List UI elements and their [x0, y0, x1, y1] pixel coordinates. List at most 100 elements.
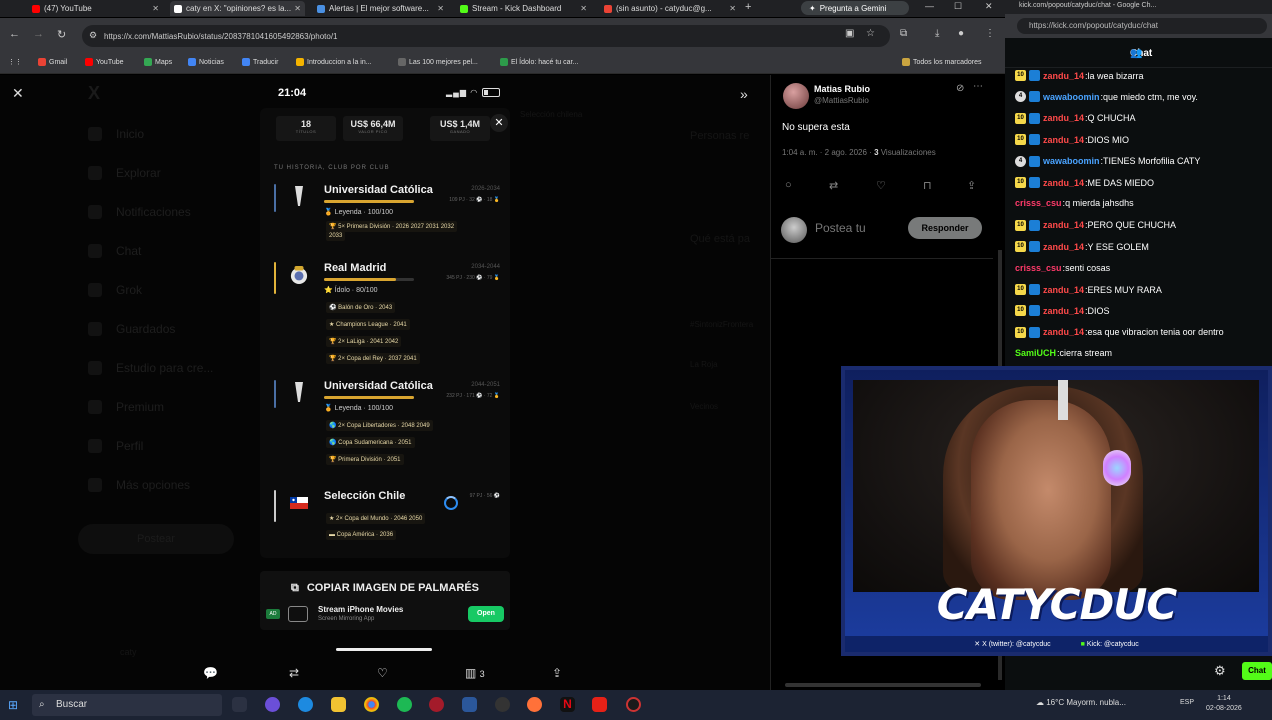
chat-username[interactable]: zandu_14: [1043, 135, 1084, 145]
x-nav-guardados[interactable]: Guardados: [88, 322, 175, 336]
window-close-icon[interactable]: ✕: [985, 1, 993, 12]
new-tab-button[interactable]: +: [745, 1, 751, 13]
x-nav-chat[interactable]: Chat: [88, 244, 141, 258]
download-icon[interactable]: ⤓: [935, 28, 939, 39]
netflix-icon[interactable]: N: [560, 697, 575, 712]
all-bookmarks[interactable]: Todos los marcadores: [902, 58, 981, 66]
url-field[interactable]: ⚙ https://x.com/MattiasRubio/status/20837…: [82, 25, 890, 47]
chat-username[interactable]: zandu_14: [1043, 178, 1084, 188]
tab-youtube[interactable]: (47) YouTube ✕: [28, 1, 163, 16]
chat-username[interactable]: zandu_14: [1043, 285, 1084, 295]
ad-banner[interactable]: AD Stream iPhone Movies Screen Mirroring…: [260, 600, 510, 630]
x-nav-grok[interactable]: Grok: [88, 283, 142, 297]
maximize-icon[interactable]: ☐: [954, 1, 962, 12]
close-icon[interactable]: ✕: [729, 4, 736, 13]
star-icon[interactable]: ☆: [866, 28, 875, 39]
tab-gmail[interactable]: (sin asunto) - catyduc@g... ✕: [600, 1, 740, 16]
url-field[interactable]: https://kick.com/popout/catyduc/chat: [1017, 18, 1267, 34]
back-icon[interactable]: ←: [9, 28, 20, 40]
author-handle[interactable]: @MattiasRubio: [814, 96, 869, 105]
close-icon[interactable]: ✕: [294, 4, 301, 13]
tab-kick-dashboard[interactable]: Stream - Kick Dashboard ✕: [456, 1, 591, 16]
x-nav-perfil[interactable]: Perfil: [88, 439, 143, 453]
x-nav-estudio[interactable]: Estudio para cre...: [88, 361, 213, 375]
opera-icon[interactable]: [429, 697, 444, 712]
chat-username[interactable]: zandu_14: [1043, 113, 1084, 123]
collapse-panel-icon[interactable]: »: [740, 86, 748, 102]
edge-icon[interactable]: [298, 697, 313, 712]
reply-input[interactable]: Postea tu: [815, 221, 866, 235]
grok-icon[interactable]: ⊘: [956, 83, 964, 94]
author-name[interactable]: Matias Rubio: [814, 84, 870, 94]
close-icon[interactable]: ✕: [580, 4, 587, 13]
windows-start-icon[interactable]: ⊞: [8, 698, 18, 712]
post-button[interactable]: Postear: [78, 524, 234, 554]
chat-username[interactable]: zandu_14: [1043, 71, 1084, 81]
gear-icon[interactable]: ⚙: [1214, 663, 1226, 679]
spotify-icon[interactable]: [397, 697, 412, 712]
more-icon[interactable]: ⋯: [973, 81, 983, 92]
bookmark-maps[interactable]: Maps: [144, 58, 172, 66]
tab-x-post[interactable]: caty en X: "opiniones? es la... ✕: [170, 1, 305, 16]
taskbar-search[interactable]: ⌕ Buscar: [32, 694, 222, 716]
tab-alertas[interactable]: Alertas | El mejor software... ✕: [313, 1, 448, 16]
scrollbar[interactable]: [785, 683, 981, 687]
bookmark-icon[interactable]: ⊓: [923, 179, 932, 192]
like-icon[interactable]: ♡: [876, 179, 886, 192]
like-icon[interactable]: ♡: [377, 666, 388, 680]
users-icon[interactable]: 👥: [1130, 48, 1142, 59]
views-button[interactable]: ▥ 3: [465, 666, 485, 680]
extensions-icon[interactable]: ⧉: [900, 28, 907, 39]
repost-icon[interactable]: ⇄: [289, 666, 299, 680]
chat-username[interactable]: zandu_14: [1043, 327, 1084, 337]
bookmark-noticias[interactable]: Noticias: [188, 58, 224, 66]
close-icon[interactable]: ✕: [12, 85, 24, 102]
x-nav-explorar[interactable]: Explorar: [88, 166, 161, 180]
obs-icon[interactable]: [495, 697, 510, 712]
bookmark-gmail[interactable]: Gmail: [38, 58, 67, 66]
weather-widget[interactable]: ☁ 16°C Mayorm. nubla...: [1036, 698, 1126, 707]
x-nav-notificaciones[interactable]: Notificaciones: [88, 205, 191, 219]
ad-open-button[interactable]: Open: [468, 606, 504, 622]
x-nav-inicio[interactable]: Inicio: [88, 127, 144, 141]
x-nav-premium[interactable]: Premium: [88, 400, 164, 414]
clock[interactable]: 1:14 02-08-2026: [1206, 694, 1242, 714]
reply-icon[interactable]: 💬: [203, 666, 218, 680]
word-icon[interactable]: [462, 697, 477, 712]
close-icon[interactable]: ✕: [152, 4, 159, 13]
chrome-icon[interactable]: [364, 697, 379, 712]
apps-icon[interactable]: ⋮⋮: [8, 58, 22, 66]
bookmark-100-mejores[interactable]: Las 100 mejores pel...: [398, 58, 478, 66]
firefox-icon[interactable]: [527, 697, 542, 712]
chat-username[interactable]: SamiUCH: [1015, 348, 1056, 358]
chat-username[interactable]: zandu_14: [1043, 306, 1084, 316]
translate-icon[interactable]: ▣: [845, 28, 854, 39]
avatar[interactable]: [783, 83, 809, 109]
chat-username[interactable]: wawaboomin: [1043, 92, 1100, 102]
file-explorer-icon[interactable]: [331, 697, 346, 712]
bookmark-el-idolo[interactable]: El Ídolo: hacé tu car...: [500, 58, 578, 66]
app-icon[interactable]: [592, 697, 607, 712]
language-indicator[interactable]: ESP: [1180, 699, 1194, 706]
chat-username[interactable]: zandu_14: [1043, 242, 1084, 252]
x-nav-mas-opciones[interactable]: Más opciones: [88, 478, 190, 492]
share-icon[interactable]: ⇪: [552, 666, 562, 680]
profile-avatar[interactable]: ●: [958, 28, 964, 39]
bookmark-introduccion[interactable]: Introduccion a la in...: [296, 58, 372, 66]
app-icon[interactable]: [626, 697, 641, 712]
menu-icon[interactable]: ⋮: [985, 28, 995, 39]
gemini-button[interactable]: ✦ Pregunta a Gemini: [801, 1, 909, 15]
reply-icon[interactable]: ○: [785, 179, 792, 191]
chat-username[interactable]: zandu_14: [1043, 220, 1084, 230]
bookmark-youtube[interactable]: YouTube: [85, 58, 124, 66]
forward-icon[interactable]: →: [33, 28, 44, 40]
site-info-icon[interactable]: ⚙: [89, 30, 97, 41]
chat-username[interactable]: wawaboomin: [1043, 156, 1100, 166]
task-view-icon[interactable]: [232, 697, 247, 712]
chat-send-button[interactable]: Chat: [1242, 662, 1272, 680]
chat-username[interactable]: crisss_csu: [1015, 198, 1062, 208]
close-icon[interactable]: ✕: [490, 114, 508, 132]
minimize-icon[interactable]: —: [925, 1, 934, 11]
bookmark-traducir[interactable]: Traducir: [242, 58, 278, 66]
repost-icon[interactable]: ⇄: [829, 179, 838, 192]
